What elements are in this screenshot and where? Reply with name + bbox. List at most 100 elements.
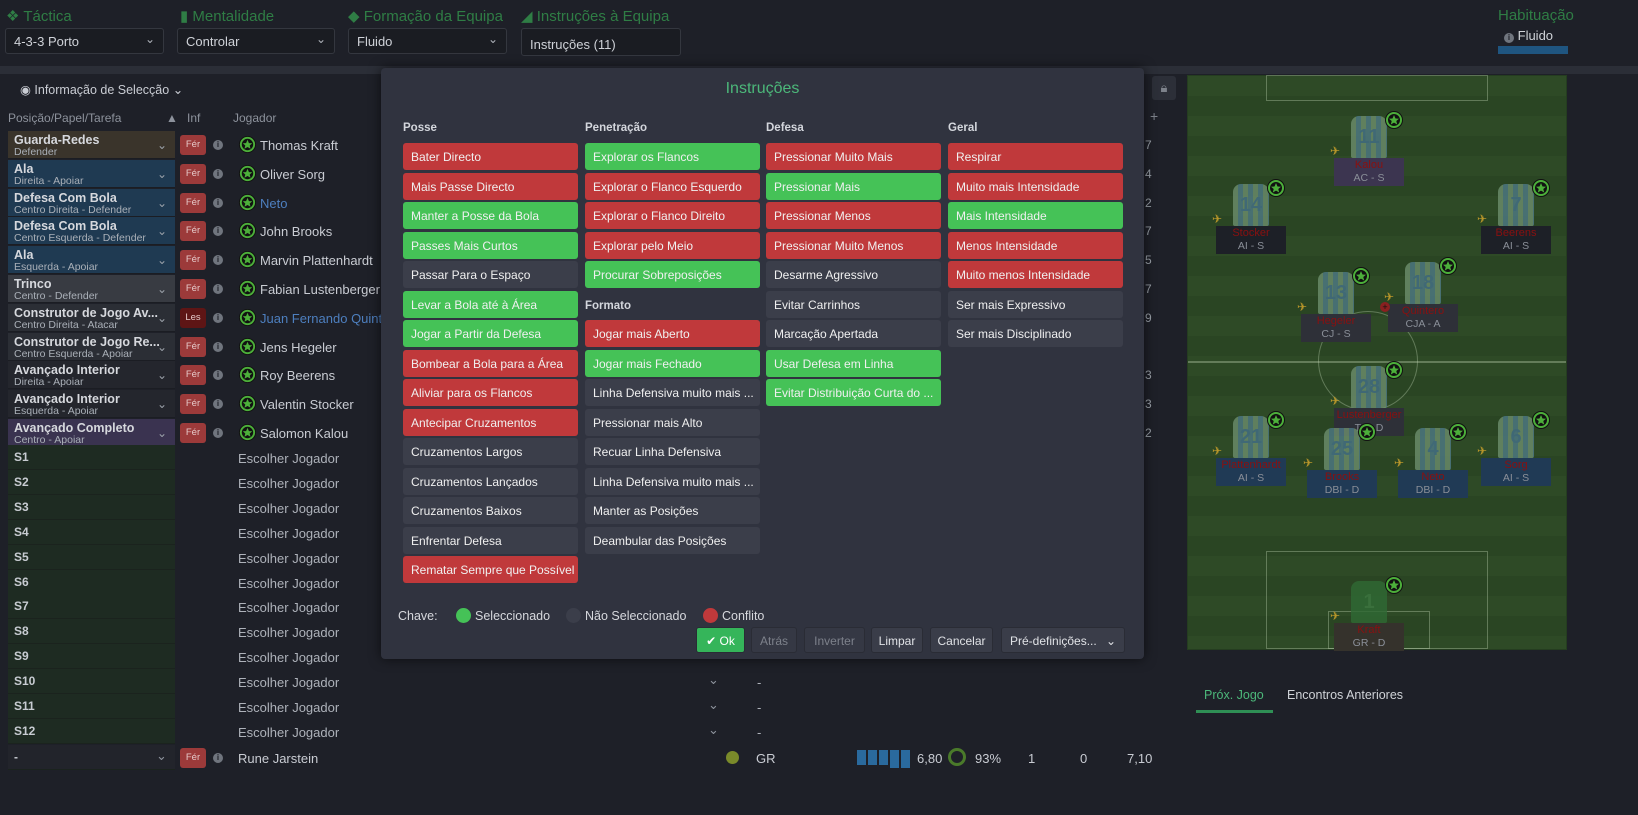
choose-player-select[interactable]: Escolher Jogador bbox=[238, 600, 339, 615]
tactic-select[interactable]: 4-3-3 Porto ⌄ bbox=[5, 28, 164, 54]
choose-player-select[interactable]: Escolher Jogador bbox=[238, 675, 339, 690]
position-role-select[interactable]: Construtor de Jogo Re... Centro Esquerda … bbox=[8, 332, 175, 361]
player-name[interactable]: Rune Jarstein bbox=[238, 751, 318, 766]
info-icon[interactable]: i bbox=[213, 168, 223, 179]
instruction-button[interactable]: Deambular das Posições bbox=[585, 526, 760, 554]
player-name[interactable]: Marvin Plattenhardt bbox=[260, 253, 373, 268]
instruction-button[interactable]: Passes Mais Curtos bbox=[403, 231, 578, 259]
position-role-select[interactable]: Avançado Completo Centro - Apoiar ⌄ bbox=[8, 419, 175, 447]
selection-info-dropdown[interactable]: ◉ Informação de Selecção ⌄ bbox=[20, 82, 183, 97]
chevron-down-icon[interactable]: ⌄ bbox=[708, 697, 719, 713]
player-name[interactable]: Salomon Kalou bbox=[260, 426, 348, 441]
instruction-button[interactable]: Explorar os Flancos bbox=[585, 143, 760, 170]
player-name[interactable]: Valentin Stocker bbox=[260, 397, 354, 412]
clear-button[interactable]: Limpar bbox=[871, 627, 923, 653]
sub-slot[interactable]: S1 bbox=[8, 445, 175, 470]
instruction-button[interactable]: Bombear a Bola para a Área bbox=[403, 349, 578, 377]
instruction-button[interactable]: Procurar Sobreposições bbox=[585, 261, 760, 288]
sub-slot[interactable]: S7 bbox=[8, 594, 175, 620]
instruction-button[interactable]: Explorar o Flanco Direito bbox=[585, 202, 760, 229]
instruction-button[interactable]: Respirar bbox=[948, 143, 1123, 170]
pitch-player[interactable]: 7 ✈ Beerens AI - S bbox=[1477, 179, 1551, 254]
choose-player-select[interactable]: Escolher Jogador bbox=[238, 650, 339, 665]
mentality-select[interactable]: Controlar ⌄ bbox=[177, 28, 335, 54]
chevron-down-icon[interactable]: ⌄ bbox=[156, 748, 167, 764]
sub-slot[interactable]: S2 bbox=[8, 469, 175, 495]
instruction-button[interactable]: Linha Defensiva muito mais ... bbox=[585, 467, 760, 495]
instruction-button[interactable]: Cruzamentos Baixos bbox=[403, 497, 578, 524]
sub-slot[interactable]: S4 bbox=[8, 519, 175, 545]
player-name[interactable]: Juan Fernando Quintero bbox=[260, 311, 401, 326]
position-role-select[interactable]: Construtor de Jogo Av... Centro Direita -… bbox=[8, 303, 175, 332]
column-header-player[interactable]: Jogador bbox=[233, 111, 276, 125]
sub-slot[interactable]: S10 bbox=[8, 669, 175, 695]
sub-slot[interactable]: S9 bbox=[8, 644, 175, 670]
choose-player-select[interactable]: Escolher Jogador bbox=[238, 526, 339, 541]
instruction-button[interactable]: Pressionar Muito Menos bbox=[766, 231, 941, 259]
instruction-button[interactable]: Explorar pelo Meio bbox=[585, 231, 760, 259]
sub-slot[interactable]: S12 bbox=[8, 718, 175, 744]
instruction-button[interactable]: Usar Defesa em Linha bbox=[766, 349, 941, 377]
player-name[interactable]: Jens Hegeler bbox=[260, 340, 337, 355]
instruction-button[interactable]: Pressionar Muito Mais bbox=[766, 143, 941, 170]
pitch-player[interactable]: 21 ✈ Plattenhardt AI - S bbox=[1212, 411, 1286, 486]
instruction-button[interactable]: Muito mais Intensidade bbox=[948, 172, 1123, 200]
add-column-button[interactable]: + bbox=[1150, 108, 1158, 124]
position-role-select[interactable]: Trinco Centro - Defender ⌄ bbox=[8, 275, 175, 303]
info-icon[interactable]: i bbox=[213, 399, 223, 410]
position-role-select[interactable]: Ala Esquerda - Apoiar ⌄ bbox=[8, 246, 175, 275]
info-icon[interactable]: i bbox=[213, 255, 223, 266]
instruction-button[interactable]: Pressionar mais Alto bbox=[585, 408, 760, 436]
instruction-button[interactable]: Marcação Apertada bbox=[766, 320, 941, 347]
status-badge[interactable]: Fér bbox=[180, 135, 206, 155]
ok-button[interactable]: ✔ Ok bbox=[696, 627, 745, 653]
info-icon[interactable]: i bbox=[213, 341, 223, 352]
player-name[interactable]: John Brooks bbox=[260, 224, 332, 239]
sub-slot[interactable]: S6 bbox=[8, 569, 175, 595]
instruction-button[interactable]: Menos Intensidade bbox=[948, 231, 1123, 259]
instruction-button[interactable]: Mais Intensidade bbox=[948, 202, 1123, 229]
cancel-button[interactable]: Cancelar bbox=[930, 627, 993, 653]
position-role-select[interactable]: Guarda-Redes Defender ⌄ bbox=[8, 131, 175, 159]
column-header-position[interactable]: Posição/Papel/Tarefa bbox=[8, 111, 121, 125]
instruction-button[interactable]: Manter a Posse da Bola bbox=[403, 202, 578, 229]
choose-player-select[interactable]: Escolher Jogador bbox=[238, 700, 339, 715]
position-role-select[interactable]: Defesa Com Bola Centro Esquerda - Defende… bbox=[8, 217, 175, 246]
info-icon[interactable]: i bbox=[213, 284, 223, 294]
position-role-select[interactable]: Avançado Interior Esquerda - Apoiar ⌄ bbox=[8, 390, 175, 419]
formation-select[interactable]: Fluido ⌄ bbox=[348, 28, 507, 54]
instruction-button[interactable]: Evitar Distribuição Curta do ... bbox=[766, 379, 941, 406]
instruction-button[interactable]: Desarme Agressivo bbox=[766, 261, 941, 288]
tab-previous-meetings[interactable]: Encontros Anteriores bbox=[1287, 688, 1403, 702]
status-badge[interactable]: Fér bbox=[180, 748, 206, 768]
position-role-select[interactable]: Ala Direita - Apoiar ⌄ bbox=[8, 159, 175, 188]
status-badge[interactable]: Les bbox=[180, 307, 206, 328]
info-icon[interactable]: i bbox=[213, 370, 223, 381]
pitch-player[interactable]: 25 ✈ Brooks DBI - D bbox=[1303, 423, 1377, 498]
status-badge[interactable]: Fér bbox=[180, 192, 206, 213]
status-badge[interactable]: Fér bbox=[180, 365, 206, 386]
choose-player-select[interactable]: Escolher Jogador bbox=[238, 476, 339, 491]
instruction-button[interactable]: Antecipar Cruzamentos bbox=[403, 408, 578, 436]
status-badge[interactable]: Fér bbox=[180, 394, 206, 415]
instruction-button[interactable]: Jogar a Partir da Defesa bbox=[403, 320, 578, 347]
pitch-player[interactable]: 4 ✈ Neto DBI - D bbox=[1394, 423, 1468, 498]
status-badge[interactable]: Fér bbox=[180, 221, 206, 242]
choose-player-select[interactable]: Escolher Jogador bbox=[238, 451, 339, 466]
player-name[interactable]: Neto bbox=[260, 196, 287, 211]
pitch-player[interactable]: 6 ✈ Sorg AI - S bbox=[1477, 411, 1551, 486]
instruction-button[interactable]: Ser mais Disciplinado bbox=[948, 320, 1123, 347]
instruction-button[interactable]: Rematar Sempre que Possível bbox=[403, 556, 578, 583]
back-button[interactable]: Atrás bbox=[751, 627, 797, 653]
sub-slot[interactable]: S11 bbox=[8, 694, 175, 719]
player-name[interactable]: Roy Beerens bbox=[260, 368, 335, 383]
player-name[interactable]: Fabian Lustenberger bbox=[260, 282, 380, 297]
instruction-button[interactable]: Mais Passe Directo bbox=[403, 172, 578, 200]
chevron-down-icon[interactable]: ⌄ bbox=[708, 722, 719, 738]
sub-slot[interactable]: S5 bbox=[8, 544, 175, 570]
status-badge[interactable]: Fér bbox=[180, 423, 206, 443]
chevron-down-icon[interactable]: ⌄ bbox=[708, 672, 719, 688]
instruction-button[interactable]: Jogar mais Fechado bbox=[585, 349, 760, 377]
sub-slot[interactable]: S8 bbox=[8, 619, 175, 645]
instruction-button[interactable]: Bater Directo bbox=[403, 143, 578, 170]
